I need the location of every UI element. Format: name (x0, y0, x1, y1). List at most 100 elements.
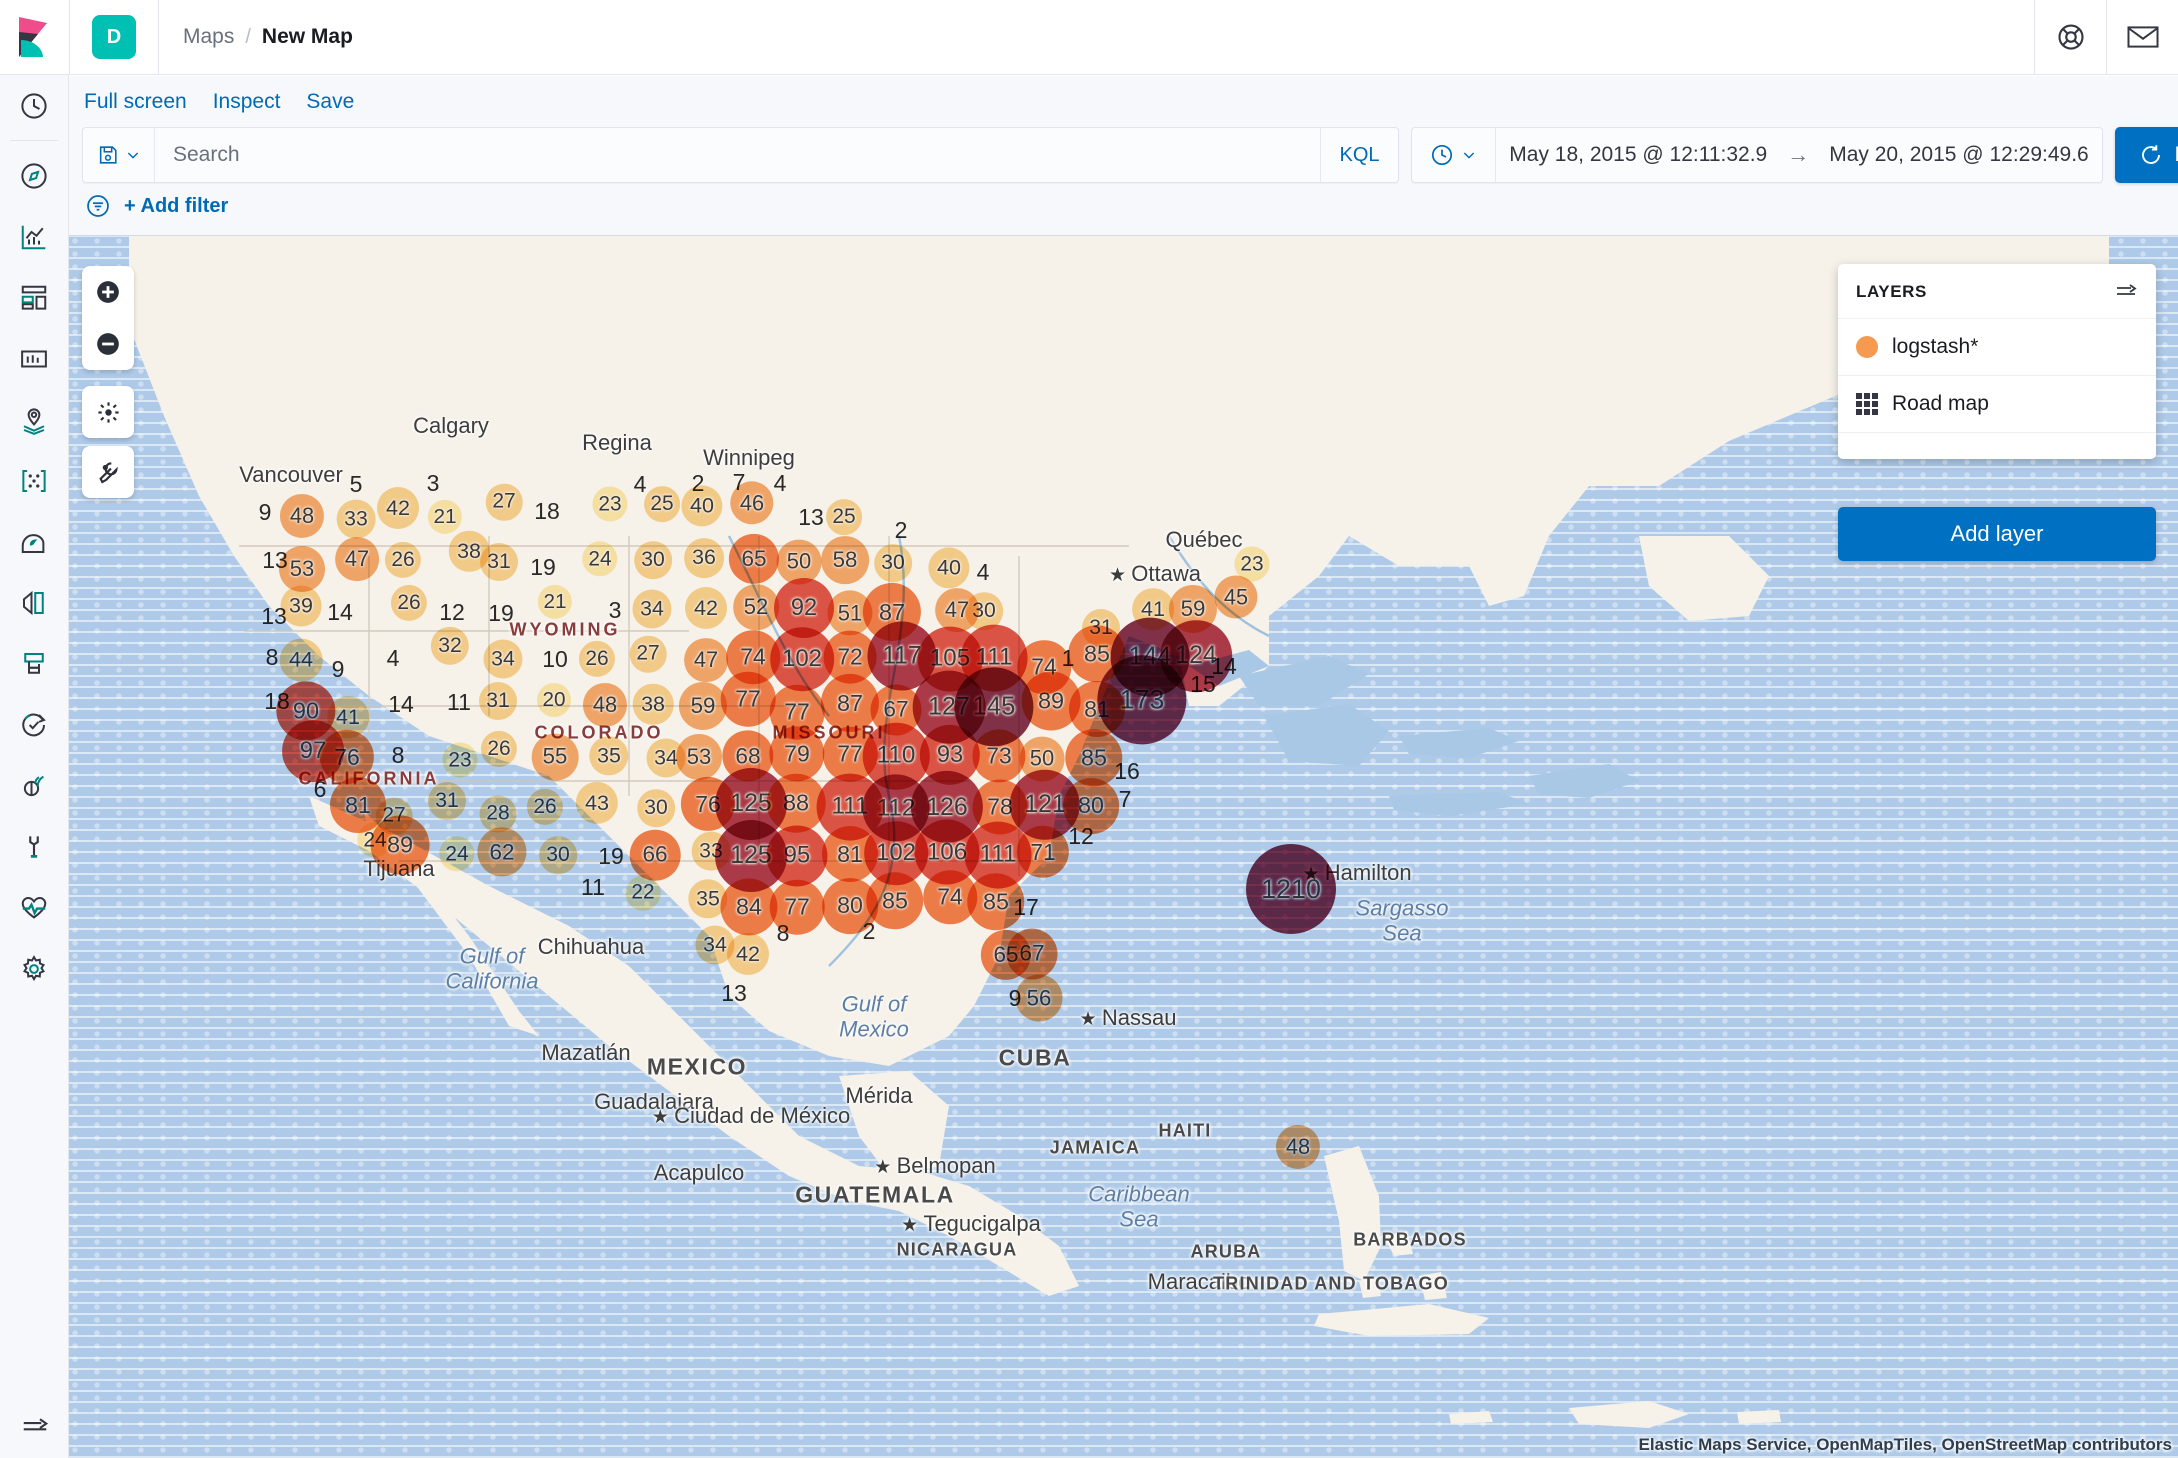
cluster-marker[interactable]: 11 (570, 870, 616, 904)
cluster-marker[interactable]: 34 (483, 639, 523, 679)
kibana-logo[interactable] (0, 0, 69, 75)
help-lifebuoy-icon[interactable] (2034, 0, 2106, 75)
cluster-marker[interactable]: 22 (625, 875, 661, 911)
cluster-marker[interactable]: 7 (1102, 782, 1148, 816)
cluster-marker[interactable]: 38 (632, 683, 674, 725)
sidebar-item-dashboard[interactable] (0, 267, 69, 328)
filter-icon[interactable] (85, 193, 111, 219)
add-layer-button[interactable]: Add layer (1838, 507, 2156, 561)
cluster-marker[interactable]: 23 (442, 742, 478, 778)
cluster-marker[interactable]: 7 (716, 465, 762, 499)
cluster-marker[interactable]: 34 (632, 589, 672, 629)
sidebar-item-apm[interactable] (0, 633, 69, 694)
cluster-marker[interactable]: 18 (524, 494, 570, 528)
cluster-marker[interactable]: 30 (539, 836, 577, 874)
cluster-marker[interactable]: 14 (317, 595, 363, 629)
cluster-marker[interactable]: 31 (479, 682, 517, 720)
cluster-marker[interactable]: 30 (637, 789, 675, 827)
cluster-marker[interactable]: 26 (390, 584, 428, 622)
save-button[interactable]: Save (306, 90, 354, 114)
cluster-marker[interactable]: 31 (428, 782, 466, 820)
sidebar-item-infrastructure[interactable] (0, 511, 69, 572)
saved-query-button[interactable] (83, 128, 155, 182)
zoom-in-button[interactable] (82, 266, 134, 318)
zoom-out-button[interactable] (82, 318, 134, 370)
cluster-marker[interactable]: 53 (676, 734, 722, 780)
cluster-marker[interactable]: 27 (485, 483, 523, 521)
cluster-marker[interactable]: 30 (634, 541, 672, 579)
cluster-marker[interactable]: 36 (684, 538, 724, 578)
sidebar-item-maps[interactable] (0, 389, 69, 450)
cluster-marker[interactable]: 3 (592, 593, 638, 627)
inspect-button[interactable]: Inspect (213, 90, 281, 114)
cluster-marker[interactable]: 42 (377, 487, 419, 529)
cluster-marker[interactable]: 20 (537, 683, 571, 717)
refresh-button[interactable]: Refresh (2115, 127, 2178, 183)
search-input[interactable] (155, 143, 1320, 167)
cluster-marker[interactable]: 11 (436, 685, 482, 719)
cluster-marker[interactable]: 17 (1003, 890, 1049, 924)
cluster-marker[interactable]: 19 (588, 839, 634, 873)
cluster-marker[interactable]: 52 (733, 584, 779, 630)
cluster-marker[interactable]: 5 (333, 467, 379, 501)
cluster-marker[interactable]: 12 (429, 595, 475, 629)
cluster-marker[interactable]: 45 (1214, 575, 1258, 619)
cluster-marker[interactable]: 173 (1097, 655, 1187, 745)
query-language-button[interactable]: KQL (1320, 128, 1398, 182)
cluster-marker[interactable]: 95 (766, 825, 828, 887)
cluster-marker[interactable]: 67 (1006, 928, 1058, 980)
cluster-marker[interactable]: 19 (520, 550, 566, 584)
cluster-marker[interactable]: 2 (675, 466, 721, 500)
sidebar-item-monitoring[interactable] (0, 877, 69, 938)
cluster-marker[interactable]: 73 (972, 729, 1026, 783)
mail-envelope-icon[interactable] (2106, 0, 2178, 75)
sidebar-item-siem[interactable] (0, 755, 69, 816)
cluster-marker[interactable]: 25 (826, 499, 862, 535)
cluster-marker[interactable]: 27 (629, 635, 667, 673)
space-avatar[interactable]: D (92, 15, 136, 59)
cluster-marker[interactable]: 4 (617, 467, 663, 501)
sidebar-item-dev-tools[interactable] (0, 816, 69, 877)
collapse-nav-button[interactable] (0, 1397, 69, 1458)
sidebar-item-visualize[interactable] (0, 206, 69, 267)
sidebar-item-discover[interactable] (0, 145, 69, 206)
cluster-marker[interactable]: 26 (480, 730, 518, 768)
cluster-marker[interactable]: 42 (727, 933, 769, 975)
cluster-marker[interactable]: 48 (582, 682, 628, 728)
cluster-marker[interactable]: 42 (685, 587, 727, 629)
cluster-marker[interactable]: 55 (531, 733, 579, 781)
cluster-marker[interactable]: 56 (1015, 974, 1063, 1022)
cluster-marker[interactable]: 10 (532, 642, 578, 676)
cluster-marker[interactable]: 30 (874, 544, 912, 582)
cluster-marker[interactable]: 77 (720, 671, 776, 727)
cluster-marker[interactable]: 58 (821, 536, 869, 584)
cluster-marker[interactable]: 8 (375, 738, 421, 772)
cluster-marker[interactable]: 14 (378, 687, 424, 721)
sidebar-item-management[interactable] (0, 938, 69, 999)
cluster-marker[interactable]: 39 (280, 585, 322, 627)
cluster-marker[interactable]: 4 (960, 555, 1006, 589)
cluster-marker[interactable]: 48 (279, 493, 325, 539)
date-end[interactable]: May 20, 2015 @ 12:29:49.6 (1829, 143, 2089, 167)
add-filter-button[interactable]: + Add filter (124, 195, 228, 218)
sidebar-item-logs[interactable] (0, 572, 69, 633)
cluster-marker[interactable]: 59 (678, 681, 728, 731)
cluster-marker[interactable]: 26 (526, 788, 564, 826)
full-screen-button[interactable]: Full screen (84, 90, 187, 114)
cluster-marker[interactable]: 33 (336, 499, 376, 539)
cluster-marker[interactable]: 26 (384, 541, 422, 579)
cluster-marker[interactable]: 19 (478, 596, 524, 630)
map-tools-button[interactable] (82, 446, 134, 498)
fit-to-data-bounds-button[interactable] (82, 386, 134, 438)
map-canvas[interactable]: CalgaryReginaWinnipegVancouverQuébecTiju… (69, 236, 2178, 1458)
sidebar-item-uptime[interactable] (0, 694, 69, 755)
cluster-marker[interactable]: 4 (370, 641, 416, 675)
cluster-marker[interactable]: 48 (1275, 1124, 1321, 1170)
cluster-marker[interactable]: 1 (1045, 641, 1091, 675)
quick-select-button[interactable] (1412, 128, 1496, 182)
sidebar-item-canvas[interactable] (0, 328, 69, 389)
cluster-marker[interactable]: 2 (878, 513, 924, 547)
cluster-marker[interactable]: 9 (315, 652, 361, 686)
cluster-marker[interactable]: 15 (1180, 667, 1226, 701)
cluster-marker[interactable]: 26 (578, 640, 616, 678)
